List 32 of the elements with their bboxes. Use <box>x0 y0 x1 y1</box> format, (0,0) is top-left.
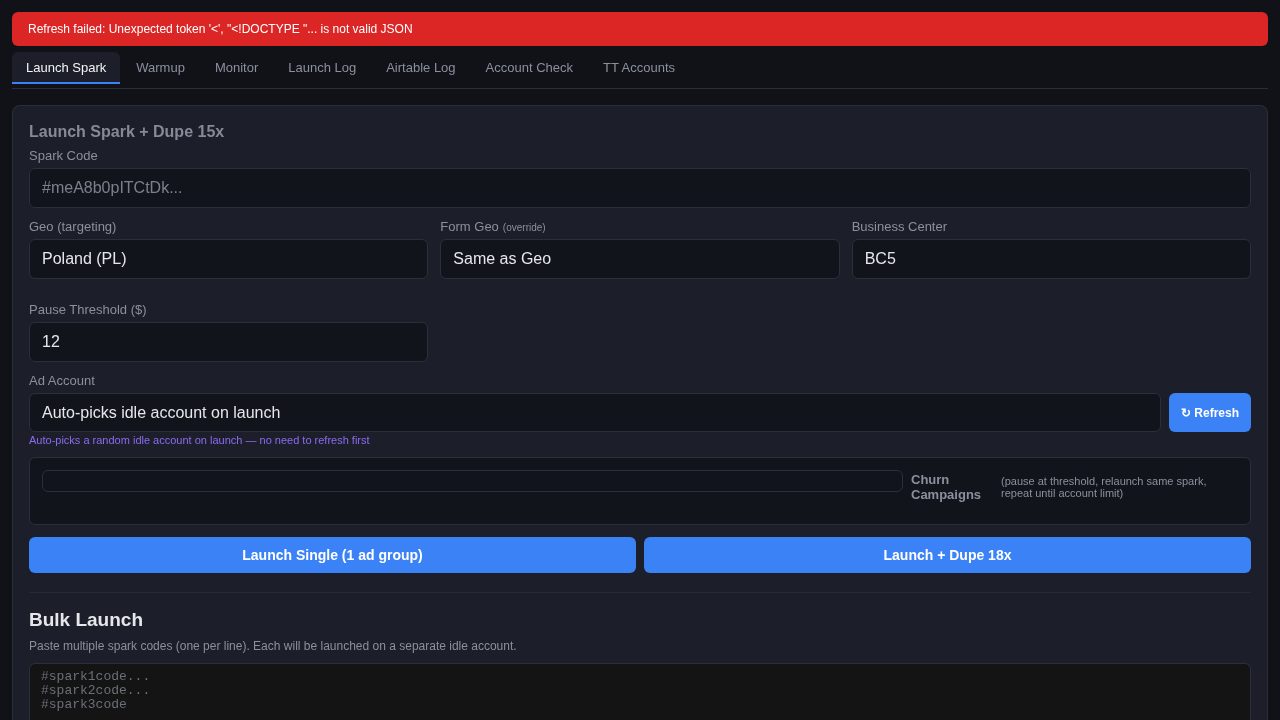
error-banner: Refresh failed: Unexpected token '<', "<!DOCTYPE "... is not valid JSON <box>12 12 1268 46</box>
field-label: Pause Threshold ($) <box>29 302 147 318</box>
ad-account-field[interactable]: Auto-picks idle account on launch <box>29 393 1161 432</box>
tab[interactable]: Launch Log <box>274 52 371 84</box>
tab[interactable]: Warmup <box>122 52 199 84</box>
select-field[interactable]: Poland (PL) <box>29 239 429 279</box>
spark-codes-textarea[interactable]: #spark1code... #spark2code... #spark3code <box>29 663 1251 720</box>
tab[interactable]: Account Check <box>471 52 587 84</box>
threshold-input[interactable]: 12 <box>29 322 429 362</box>
empty-field[interactable] <box>42 470 903 492</box>
select-field[interactable]: Same as Geo <box>440 239 840 279</box>
tab[interactable]: Airtable Log <box>372 52 470 84</box>
section-description: Paste multiple spark codes (one per line). Each will be launched on a separate idle account. <box>29 638 517 654</box>
tab[interactable]: Launch Spark <box>12 52 121 84</box>
label-note: (override) <box>502 221 546 235</box>
tab[interactable]: TT Accounts <box>589 52 690 84</box>
churn-description: (pause at threshold, relaunch same spark, repeat until account limit) <box>1001 475 1208 499</box>
select-field[interactable]: BC5 <box>851 239 1251 279</box>
panel-title: Launch Spark + Dupe 15x <box>29 122 226 142</box>
launch-button[interactable]: Launch + Dupe 18x <box>644 537 1251 573</box>
spark-code-input[interactable]: #meA8b0pITCtDk... <box>29 168 1251 208</box>
launch-button[interactable]: Launch Single (1 ad group) <box>29 537 636 573</box>
field-label: Business Center <box>851 219 948 235</box>
churn-label: Churn Campaigns <box>911 472 983 502</box>
refresh-button[interactable]: ↻ Refresh <box>1169 393 1251 432</box>
field-label: Form Geo <box>440 219 499 235</box>
section-title: Bulk Launch <box>29 609 143 631</box>
tab[interactable]: Monitor <box>200 52 273 84</box>
field-label: Geo (targeting) <box>29 219 117 235</box>
field-label: Ad Account <box>29 373 95 389</box>
field-label: Spark Code <box>29 148 98 164</box>
hint-text: Auto-picks a random idle account on launch — no need to refresh first <box>29 433 371 447</box>
